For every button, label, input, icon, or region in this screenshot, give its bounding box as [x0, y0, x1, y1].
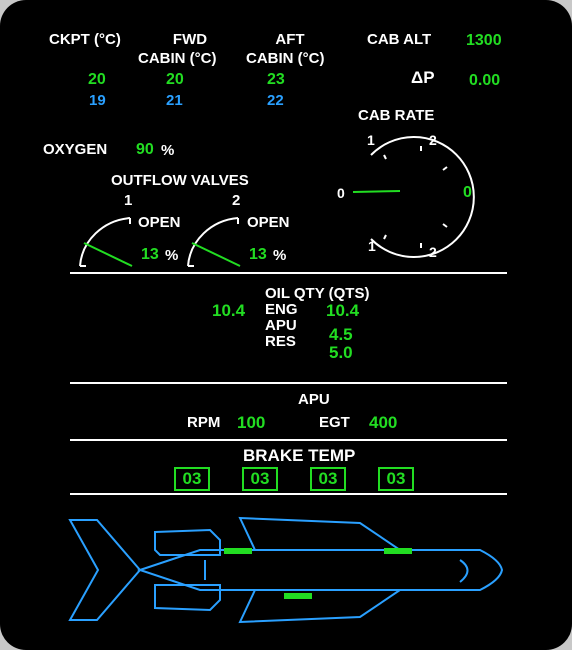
ecs-display: CKPT (°C) FWD CABIN (°C) AFT CABIN (°C) … — [0, 0, 572, 650]
oxygen-unit: % — [161, 142, 175, 159]
aircraft-engine-left — [154, 528, 221, 556]
ckpt-target-temp: 19 — [89, 92, 106, 109]
section-divider — [70, 439, 507, 441]
outflow-valve-1-number: 1 — [124, 192, 133, 209]
fwd-actual-temp: 20 — [166, 71, 184, 88]
aircraft-diagram — [68, 516, 504, 624]
cab-rate-value: 0 — [463, 184, 472, 201]
brake-temp-box-1: 03 — [174, 467, 210, 491]
apu-rpm-value: 100 — [237, 413, 266, 432]
aircraft-tail — [68, 519, 142, 621]
outflow-valve-2-number: 2 — [232, 192, 241, 209]
section-divider — [70, 382, 507, 384]
brake-temp-box-2: 03 — [242, 467, 278, 491]
outflow-valve-2-value: 13 — [249, 246, 267, 263]
ckpt-actual-temp: 20 — [88, 71, 106, 88]
outflow-valve-1-needle — [83, 242, 133, 267]
cab-rate-mark-up-2: 2 — [429, 132, 437, 148]
oil-res-label: RES — [265, 333, 296, 350]
aft-temp-label-1: AFT — [275, 31, 305, 48]
brake-indicator-bar — [284, 593, 312, 599]
oil-left-value: 10.4 — [212, 301, 246, 320]
cab-rate-tick — [383, 234, 387, 240]
cab-rate-mark-down-2: 2 — [429, 244, 437, 260]
apu-title: APU — [298, 391, 330, 408]
outflow-valve-1-unit: % — [165, 247, 179, 264]
fwd-temp-label-2: CABIN (°C) — [138, 50, 217, 67]
outflow-valve-2-needle — [191, 242, 241, 267]
oil-apu-value: 4.5 — [329, 325, 353, 344]
cab-rate-mark-zero: 0 — [337, 185, 345, 201]
oil-qty-title: OIL QTY (QTS) — [265, 285, 370, 302]
outflow-valves-title: OUTFLOW VALVES — [111, 172, 249, 189]
outflow-valve-1-arc — [79, 217, 131, 267]
oil-res-value: 5.0 — [329, 343, 353, 362]
aft-target-temp: 22 — [267, 92, 284, 109]
ckpt-temp-label: CKPT (°C) — [49, 31, 121, 48]
brake-temp-title: BRAKE TEMP — [243, 446, 356, 465]
apu-egt-value: 400 — [369, 413, 398, 432]
cab-rate-gauge: 1 2 0 1 2 — [337, 132, 475, 260]
aft-actual-temp: 23 — [267, 71, 285, 88]
cab-rate-tick — [383, 154, 387, 160]
brake-temp-box-3: 03 — [310, 467, 346, 491]
aircraft-wing-left — [238, 516, 404, 551]
cab-rate-label: CAB RATE — [358, 107, 435, 124]
section-divider — [70, 272, 507, 274]
oil-eng-label: ENG — [265, 301, 298, 318]
cab-rate-tick — [442, 166, 448, 171]
delta-p-label: ΔP — [411, 68, 435, 87]
aft-temp-label-2: CABIN (°C) — [246, 50, 325, 67]
brake-temp-box-4: 03 — [378, 467, 414, 491]
oil-apu-label: APU — [265, 317, 297, 334]
outflow-valve-2-unit: % — [273, 247, 287, 264]
delta-p-value: 0.00 — [469, 72, 501, 89]
outflow-valve-1-value: 13 — [141, 246, 159, 263]
brake-indicator-bar — [384, 548, 412, 554]
outflow-valve-2-arc — [187, 217, 239, 267]
cab-alt-label: CAB ALT — [367, 31, 432, 48]
section-divider — [70, 493, 507, 495]
apu-rpm-label: RPM — [187, 414, 221, 431]
cab-rate-mark-down-1: 1 — [368, 238, 376, 254]
cab-rate-mark-up-1: 1 — [367, 132, 375, 148]
oxygen-label: OXYGEN — [43, 141, 108, 158]
aircraft-wing-right — [238, 589, 404, 624]
cab-rate-tick — [442, 223, 448, 228]
aircraft-engine-right — [154, 584, 221, 612]
outflow-valve-1-state: OPEN — [138, 214, 181, 231]
outflow-valve-2-state: OPEN — [247, 214, 290, 231]
brake-indicator-bar — [224, 548, 252, 554]
aircraft-nose-line — [459, 559, 469, 583]
oxygen-value: 90 — [136, 141, 154, 158]
apu-egt-label: EGT — [319, 414, 350, 431]
fwd-target-temp: 21 — [166, 92, 183, 109]
fwd-temp-label-1: FWD — [172, 31, 208, 48]
cab-alt-value: 1300 — [466, 32, 502, 49]
cab-rate-scale-arc — [370, 136, 475, 258]
cab-rate-needle — [352, 190, 401, 193]
oil-eng-value: 10.4 — [326, 301, 360, 320]
